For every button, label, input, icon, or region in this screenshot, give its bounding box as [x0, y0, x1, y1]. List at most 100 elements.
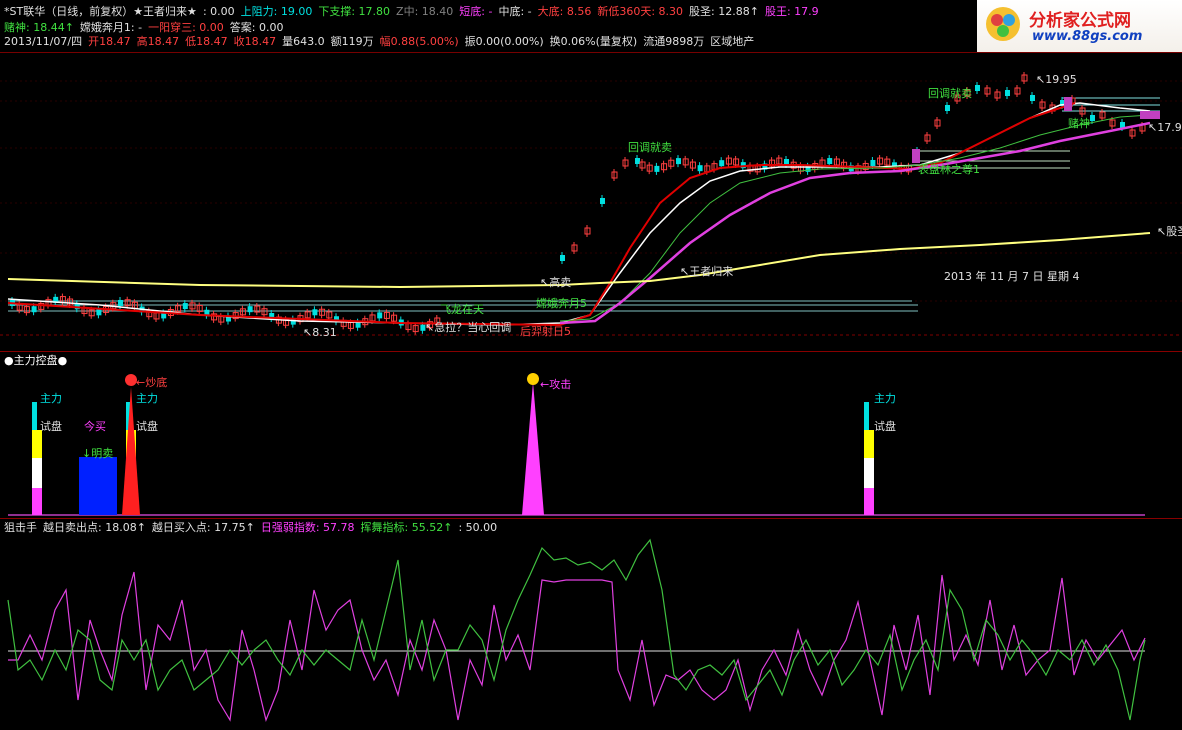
- chart-annotation: 后羿射日5: [520, 324, 571, 338]
- stack-left-cyan: [32, 402, 37, 430]
- candle-body: [1090, 115, 1095, 121]
- stack-left-yellow: [32, 430, 42, 458]
- header-line-1: *ST联华（日线，前复权）★王者归来★: 0.00 上阻力: 19.00 下支撑: …: [4, 4, 825, 20]
- candle-body: [827, 158, 833, 165]
- stack-left-white: [32, 458, 42, 488]
- chart-annotation: ↖高卖: [540, 275, 571, 289]
- chart-annotation: 飞龙在天: [440, 303, 484, 316]
- signal-marker: [912, 149, 920, 163]
- signal-marker: [1140, 111, 1160, 119]
- chart-annotation: ↖股圣: [1157, 225, 1182, 238]
- candle-body: [676, 158, 681, 165]
- header-field: 嫦娥奔月1: -: [79, 21, 143, 34]
- stack-left-magenta: [32, 488, 42, 515]
- logo-title: 分析家公式网: [1029, 11, 1131, 31]
- header-field: 流通9898万: [643, 35, 705, 48]
- header-field: 额119万: [330, 35, 374, 48]
- header-field: : 0.00: [202, 5, 235, 18]
- header-field: 幅0.88(5.00%): [379, 35, 459, 48]
- stack-right-yellow: [864, 430, 874, 458]
- header-field: 新低360天: 8.30: [597, 5, 684, 18]
- chart-annotation: ↖17.97: [1148, 121, 1182, 134]
- chart-annotation: 2013 年 11 月 7 日 星期 4: [944, 269, 1079, 283]
- candle-body: [975, 85, 980, 91]
- candle-body: [182, 303, 188, 310]
- sell-tomorrow-block: [79, 457, 117, 515]
- sniper-pane[interactable]: 狙击手 越日卖出点: 18.08↑ 越日买入点: 17.75↑ 日强弱指数: 57.7…: [0, 520, 1182, 730]
- attack-spike: [522, 382, 544, 515]
- main-control-title: ●主力控盘●: [4, 354, 68, 367]
- stack-right-cyan: [864, 402, 869, 430]
- control-label: 试盘: [40, 419, 62, 433]
- control-label: 主力: [136, 392, 158, 405]
- header-field: 低18.47: [185, 35, 228, 48]
- header-field: 短底: -: [459, 5, 493, 18]
- candle-body: [31, 306, 37, 313]
- header-field: 换0.06%(量复权): [549, 35, 638, 48]
- header-field: 答案: 0.00: [229, 21, 284, 34]
- stack-right-white: [864, 458, 874, 488]
- control-label: ←攻击: [540, 377, 571, 391]
- header-field: 量643.0: [282, 35, 325, 48]
- sniper-svg: [7, 538, 1146, 722]
- chart-annotation: 赌神: [1068, 116, 1090, 130]
- control-label: 主力: [874, 392, 896, 405]
- bottom-fish-spike: [122, 387, 140, 515]
- main-control-svg: 主力试盘 今买 ↓明卖 ←炒底主力试盘 ←攻击主力试盘: [8, 373, 1145, 516]
- header-field: 股圣: 12.88↑: [689, 5, 759, 18]
- main-control-pane[interactable]: 主力试盘 今买 ↓明卖 ←炒底主力试盘 ←攻击主力试盘 ●主力控盘●: [0, 352, 1182, 519]
- candle-body: [697, 165, 703, 172]
- candle-body: [1030, 95, 1035, 101]
- header-field: 区域地产: [710, 35, 755, 48]
- header-field: 赌神: 18.44↑: [4, 21, 74, 34]
- logo-icon: [986, 7, 1020, 41]
- header-field: 2013/11/07/四: [4, 35, 83, 48]
- candle-body: [312, 309, 318, 316]
- brand-logo: 分析家公式网 www.88gs.com: [977, 0, 1182, 52]
- chart-annotation: 回调就卖: [928, 86, 972, 100]
- ma-red: [7, 102, 1076, 327]
- price-chart-svg: 回调就卖回调就卖↖19.95↖17.97↖股圣↖王者归来↖高卖嫦娥奔月5↖急拉？…: [0, 72, 1182, 339]
- chart-annotation: ↖急拉？当心回调: [425, 320, 511, 334]
- chart-annotation: 回调就卖: [628, 140, 672, 154]
- candle-body: [635, 158, 640, 164]
- candle-body: [654, 165, 660, 172]
- control-label: 试盘: [874, 419, 896, 433]
- header-field: 大底: 8.56: [537, 5, 592, 18]
- control-label: 试盘: [136, 419, 158, 433]
- control-label: ←炒底: [136, 375, 167, 389]
- header-field: 股王: 17.9: [764, 5, 819, 18]
- chart-annotation: ↖王者归来: [680, 264, 733, 278]
- candle-body: [719, 160, 725, 167]
- header-field: 开18.47: [88, 35, 131, 48]
- header-field: 高18.47: [136, 35, 180, 48]
- control-label: ↓明卖: [82, 447, 113, 460]
- strength-index-line: [8, 571, 1146, 722]
- candle-body: [945, 105, 950, 111]
- chart-annotation: ↖8.31: [303, 326, 337, 339]
- attack-marker: [527, 373, 539, 385]
- signal-marker: [1064, 97, 1072, 111]
- candle-body: [96, 309, 102, 316]
- ma-white: [7, 102, 1151, 326]
- price-chart-pane[interactable]: 回调就卖回调就卖↖19.95↖17.97↖股圣↖王者归来↖高卖嫦娥奔月5↖急拉？…: [0, 52, 1182, 352]
- candle-body: [560, 255, 565, 261]
- header-field: 一阳穿三: 0.00: [148, 21, 224, 34]
- header-field: 下支撑: 17.80: [318, 5, 391, 18]
- chart-annotation: ↖19.95: [1036, 73, 1077, 86]
- chart-annotation: 表盘林之尊1: [918, 162, 980, 176]
- chart-annotation: 嫦娥奔月5: [536, 296, 587, 310]
- candle-body: [118, 299, 123, 306]
- header-field: 振0.00(0.00%): [464, 35, 544, 48]
- candle-body: [600, 198, 605, 204]
- control-label: 今买: [84, 419, 106, 433]
- header-field: 收18.47: [233, 35, 277, 48]
- swing-indicator-line: [7, 538, 1146, 721]
- candle-body: [247, 306, 253, 313]
- control-label: 主力: [40, 392, 62, 405]
- header-field: *ST联华（日线，前复权）★王者归来★: [4, 5, 197, 18]
- logo-url: www.88gs.com: [1032, 29, 1143, 44]
- candle-body: [1005, 90, 1010, 96]
- stack-right-magenta: [864, 488, 874, 515]
- candle-body: [870, 159, 876, 166]
